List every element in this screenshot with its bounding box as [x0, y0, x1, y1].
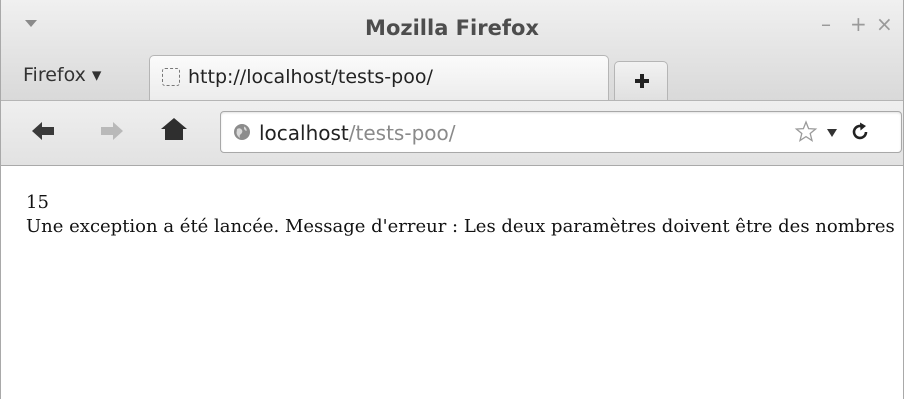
page-text: 15 Une exception a été lancée. Message d… — [26, 191, 896, 239]
url-text[interactable]: localhost/tests-poo/ — [259, 121, 455, 145]
title-bar: Mozilla Firefox – + × — [1, 0, 903, 52]
browser-window: Mozilla Firefox – + × Firefox ▾ http://l… — [0, 0, 904, 399]
tab-strip: Firefox ▾ http://localhost/tests-poo/ — [1, 52, 903, 100]
firefox-menu-button[interactable]: Firefox ▾ — [23, 64, 101, 86]
reload-icon[interactable] — [849, 121, 871, 147]
minimize-button[interactable]: – — [821, 14, 831, 34]
star-icon[interactable] — [794, 120, 818, 148]
output-number: 15 — [26, 192, 49, 213]
page-content: 15 Une exception a été lancée. Message d… — [1, 166, 903, 399]
exception-message: Une exception a été lancée. Message d'er… — [26, 216, 895, 237]
forward-button[interactable] — [100, 121, 124, 145]
tab-localhost[interactable]: http://localhost/tests-poo/ — [149, 55, 609, 100]
navigation-toolbar: localhost/tests-poo/ — [1, 100, 903, 166]
forward-arrow-icon — [101, 122, 123, 140]
window-title: Mozilla Firefox — [365, 16, 539, 40]
back-arrow-icon — [32, 122, 54, 140]
url-history-dropdown-icon[interactable] — [827, 129, 837, 137]
home-button[interactable] — [160, 117, 188, 145]
url-bar[interactable]: localhost/tests-poo/ — [220, 111, 902, 153]
url-host: localhost — [259, 121, 349, 145]
new-tab-button[interactable] — [614, 61, 668, 100]
back-button[interactable] — [31, 121, 55, 145]
globe-icon[interactable] — [233, 123, 251, 145]
plus-icon — [635, 74, 649, 88]
home-icon — [161, 118, 187, 140]
blank-page-icon — [162, 68, 180, 86]
url-path: /tests-poo/ — [348, 121, 456, 145]
maximize-button[interactable]: + — [850, 14, 867, 34]
close-button[interactable]: × — [876, 14, 893, 34]
tab-title: http://localhost/tests-poo/ — [188, 66, 433, 88]
